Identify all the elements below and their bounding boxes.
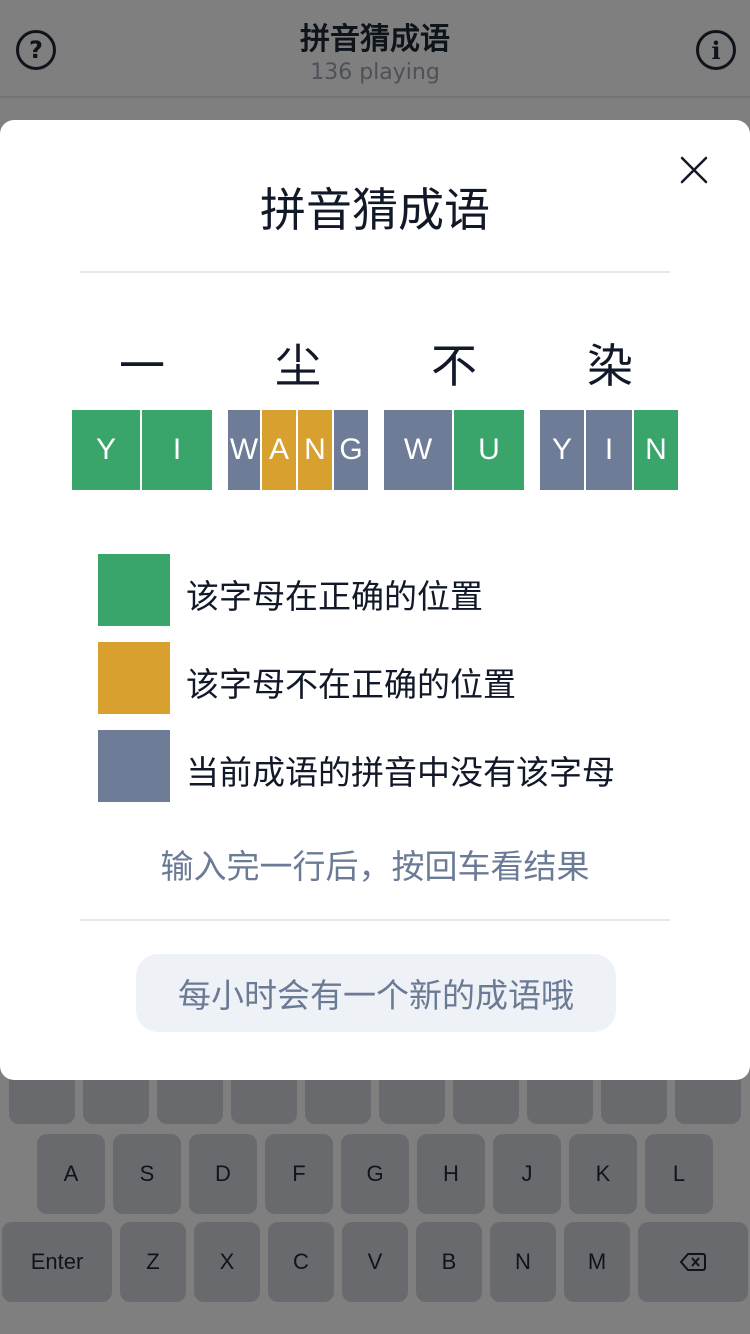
enter-hint: 输入完一行后，按回车看结果 <box>160 847 590 886</box>
letter-tile: N <box>634 410 678 490</box>
letter-tile: A <box>262 410 296 490</box>
help-modal: 拼音猜成语 一 尘 不 染 Y I W A N G W U Y I N 该字母在… <box>0 120 750 1080</box>
hourly-notice: 每小时会有一个新的成语哦 <box>136 954 616 1032</box>
legend-text: 该字母在正确的位置 <box>186 577 483 616</box>
letter-tile: I <box>586 410 632 490</box>
divider <box>80 271 670 273</box>
letter-tile: W <box>384 410 452 490</box>
idiom-char: 一 <box>119 339 165 393</box>
example-idiom: 一 尘 不 染 <box>0 330 750 393</box>
letter-tile: W <box>228 410 260 490</box>
modal-title: 拼音猜成语 <box>260 183 490 237</box>
letter-tile: I <box>142 410 212 490</box>
legend-misplaced: 该字母不在正确的位置 <box>98 642 698 714</box>
legend-swatch <box>98 730 170 802</box>
idiom-char: 染 <box>587 339 633 393</box>
idiom-char: 不 <box>431 339 477 393</box>
letter-tile: G <box>334 410 368 490</box>
divider <box>80 919 670 921</box>
letter-tile: U <box>454 410 524 490</box>
legend-swatch <box>98 554 170 626</box>
letter-tile: Y <box>540 410 584 490</box>
letter-tile: N <box>298 410 332 490</box>
legend-swatch <box>98 642 170 714</box>
legend-absent: 当前成语的拼音中没有该字母 <box>98 730 698 802</box>
letter-tile: Y <box>72 410 140 490</box>
legend-text: 该字母不在正确的位置 <box>186 665 516 704</box>
example-pinyin-tiles: Y I W A N G W U Y I N <box>0 410 750 490</box>
idiom-char: 尘 <box>275 339 321 393</box>
legend-text: 当前成语的拼音中没有该字母 <box>186 753 615 792</box>
legend-correct: 该字母在正确的位置 <box>98 554 698 626</box>
